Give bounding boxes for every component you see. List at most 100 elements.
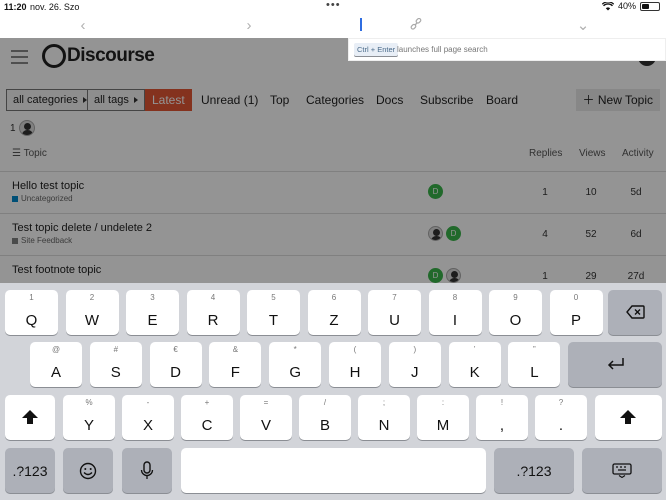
- category-color-swatch: [12, 237, 18, 244]
- key-alt-label: =: [263, 398, 269, 407]
- dictation-key[interactable]: [122, 448, 172, 493]
- key-m[interactable]: :M: [417, 395, 469, 440]
- key-label: G: [289, 364, 302, 381]
- key-r[interactable]: 4R: [186, 290, 240, 335]
- topic-activity[interactable]: 5d: [621, 187, 651, 198]
- key-n[interactable]: ; N: [358, 395, 410, 440]
- tab-board[interactable]: Board: [486, 89, 518, 111]
- key-label: Z: [329, 312, 339, 329]
- key-label: Y: [83, 417, 94, 434]
- key-b[interactable]: / B: [299, 395, 351, 440]
- key-h[interactable]: (H: [329, 342, 381, 387]
- key-c[interactable]: + C: [181, 395, 233, 440]
- key-s[interactable]: # S: [89, 342, 142, 387]
- key-label: .: [558, 417, 564, 434]
- key-z[interactable]: 6Z: [307, 290, 361, 335]
- column-topic[interactable]: ☰ Topic: [12, 148, 47, 159]
- column-replies[interactable]: Replies: [529, 148, 562, 159]
- key-d[interactable]: € D: [149, 342, 202, 387]
- key-a[interactable]: @ A: [30, 342, 82, 387]
- numbers-key-right[interactable]: .?123: [494, 448, 574, 493]
- space-bar[interactable]: [181, 448, 486, 493]
- table-row[interactable]: Test footnote topic D 1 29 27d: [0, 255, 666, 283]
- tab-latest[interactable]: Latest: [145, 89, 192, 111]
- table-row[interactable]: Test topic delete / undelete 2 Site Feed…: [0, 213, 666, 255]
- forward-icon[interactable]: ›: [240, 17, 258, 35]
- topic-activity[interactable]: 6d: [621, 229, 651, 240]
- tab-top[interactable]: Top: [270, 89, 289, 111]
- keyboard-dismiss-icon: [612, 463, 632, 478]
- tags-dropdown[interactable]: all tags: [87, 89, 145, 111]
- column-views[interactable]: Views: [579, 148, 606, 159]
- key-y[interactable]: % Y: [63, 395, 115, 440]
- tab-categories[interactable]: Categories: [306, 89, 364, 111]
- poster-avatar[interactable]: D: [428, 184, 443, 199]
- key-alt-label: 2: [89, 293, 95, 302]
- key-comma[interactable]: !,: [476, 395, 528, 440]
- topic-title[interactable]: Hello test topic: [12, 180, 84, 192]
- link-icon[interactable]: [407, 17, 425, 35]
- key-l[interactable]: ” L: [508, 342, 561, 387]
- topic-activity[interactable]: 27d: [621, 271, 651, 282]
- topic-category[interactable]: Uncategorized: [12, 194, 73, 203]
- key-q[interactable]: 1Q: [5, 290, 58, 335]
- backspace-icon: [626, 305, 645, 319]
- key-g[interactable]: * G: [269, 342, 322, 387]
- key-period[interactable]: ?.: [535, 395, 587, 440]
- key-alt-label: (: [353, 345, 357, 354]
- key-alt-label: €: [173, 345, 178, 354]
- shift-key-left[interactable]: [5, 395, 55, 440]
- poster-avatar[interactable]: [446, 268, 461, 283]
- key-w[interactable]: 2W: [65, 290, 119, 335]
- key-alt-label: ?: [558, 398, 564, 407]
- emoji-icon: [79, 462, 97, 480]
- microphone-icon: [140, 461, 154, 479]
- key-t[interactable]: 5T: [247, 290, 300, 335]
- key-alt-label: :: [441, 398, 445, 407]
- topic-category[interactable]: Site Feedback: [12, 236, 72, 245]
- key-alt-label: ): [413, 345, 417, 354]
- site-logo[interactable]: Discourse: [42, 44, 155, 68]
- chevron-down-icon[interactable]: ⌄: [574, 17, 592, 35]
- key-u[interactable]: 7U: [368, 290, 421, 335]
- key-o[interactable]: 9O: [489, 290, 542, 335]
- hamburger-menu-icon[interactable]: [11, 50, 28, 64]
- key-k[interactable]: ’ K: [448, 342, 501, 387]
- tab-subscribe[interactable]: Subscribe: [420, 89, 473, 111]
- column-activity[interactable]: Activity: [622, 148, 654, 159]
- key-alt-label: ’: [473, 345, 476, 354]
- back-icon[interactable]: ‹: [74, 17, 92, 35]
- key-v[interactable]: = V: [240, 395, 292, 440]
- numbers-key-left[interactable]: .?123: [5, 448, 55, 493]
- table-row[interactable]: Hello test topic Uncategorized D 1 10 5d: [0, 171, 666, 213]
- key-label: A: [50, 364, 61, 381]
- battery-icon: [640, 1, 660, 11]
- topic-title[interactable]: Test footnote topic: [12, 264, 101, 276]
- key-label: S: [110, 364, 121, 381]
- poster-avatar[interactable]: [428, 226, 443, 241]
- backspace-key[interactable]: [608, 290, 662, 335]
- key-i[interactable]: 8I: [428, 290, 482, 335]
- tab-unread[interactable]: Unread (1): [201, 89, 258, 111]
- key-j[interactable]: ) J: [388, 342, 441, 387]
- user-avatar-icon[interactable]: [18, 120, 35, 136]
- shift-key-right[interactable]: [595, 395, 662, 440]
- tab-docs[interactable]: Docs: [376, 89, 403, 111]
- emoji-key[interactable]: [63, 448, 113, 493]
- hide-keyboard-key[interactable]: [582, 448, 662, 493]
- new-topic-button[interactable]: ＋ New Topic: [575, 89, 660, 111]
- topic-navigation: all categories all tags Latest Unread (1…: [0, 89, 666, 111]
- key-f[interactable]: & F: [209, 342, 262, 387]
- categories-dropdown[interactable]: all categories: [6, 89, 94, 111]
- poster-avatar[interactable]: D: [446, 226, 461, 241]
- topic-title[interactable]: Test topic delete / undelete 2: [12, 222, 152, 234]
- key-e[interactable]: 3E: [126, 290, 179, 335]
- key-label: H: [349, 364, 361, 381]
- poster-avatar[interactable]: D: [428, 268, 443, 283]
- key-p[interactable]: 0P: [549, 290, 603, 335]
- key-label: M: [436, 417, 450, 434]
- return-key[interactable]: [568, 342, 662, 387]
- key-x[interactable]: -X: [122, 395, 174, 440]
- topic-replies: 1: [542, 187, 548, 198]
- multitasking-dots-icon[interactable]: •••: [326, 0, 341, 11]
